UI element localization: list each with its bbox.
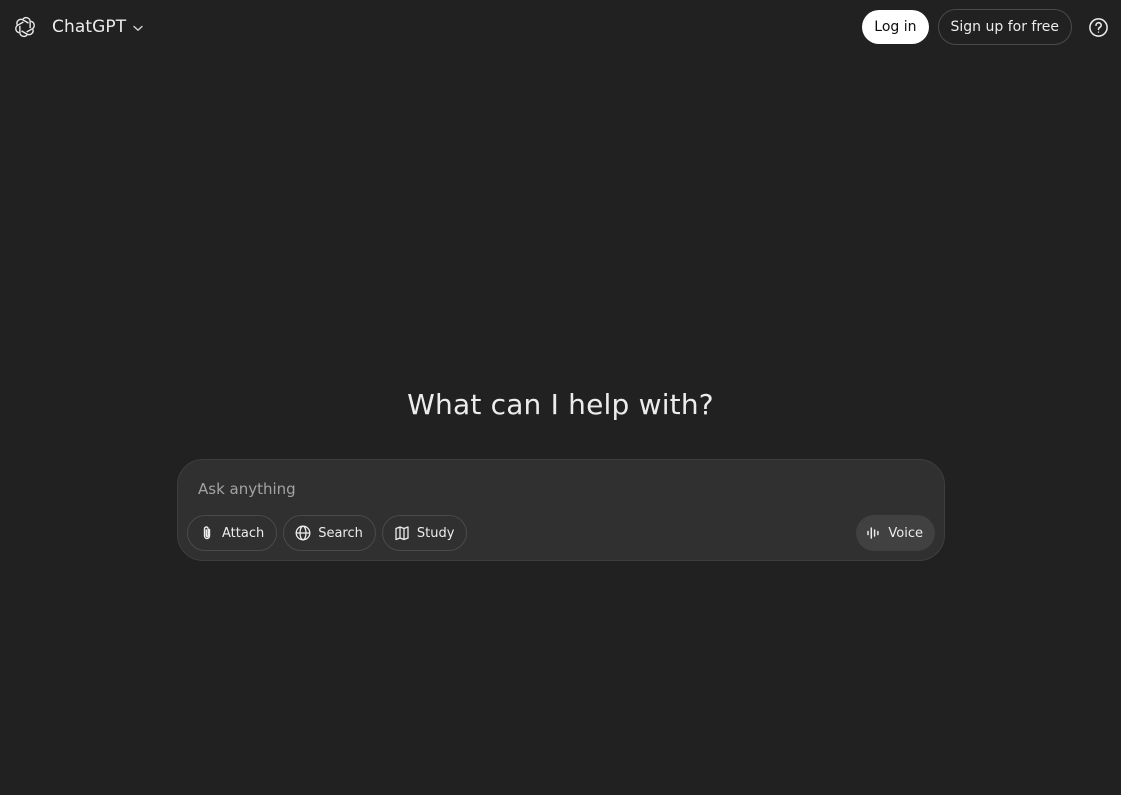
voice-button[interactable]: Voice [856,515,935,551]
signup-button[interactable]: Sign up for free [937,9,1072,45]
chevron-down-icon [132,22,144,34]
top-bar: ChatGPT Log in Sign up for free [0,0,1121,54]
app-name: ChatGPT [52,17,127,37]
waveform-icon [866,525,882,541]
voice-label: Voice [888,525,923,541]
chatgpt-page: ChatGPT Log in Sign up for free What can [0,0,1121,795]
page-headline: What can I help with? [407,388,714,421]
paperclip-icon [198,524,216,542]
study-label: Study [416,525,455,541]
composer-tools: Attach Search Study [187,515,468,551]
attach-button[interactable]: Attach [187,515,278,551]
model-picker[interactable]: ChatGPT [52,17,144,37]
prompt-input[interactable] [198,477,898,501]
attach-label: Attach [222,525,265,541]
search-label: Search [318,525,363,541]
composer: Attach Search [177,459,945,561]
globe-icon [294,524,312,542]
study-button[interactable]: Study [381,515,468,551]
question-circle-icon[interactable] [1087,16,1109,38]
header-right: Log in Sign up for free [862,9,1109,45]
header-left: ChatGPT [13,15,144,39]
login-button[interactable]: Log in [862,10,929,44]
search-button[interactable]: Search [283,515,376,551]
book-icon [393,524,411,542]
openai-logo-icon[interactable] [13,15,37,39]
